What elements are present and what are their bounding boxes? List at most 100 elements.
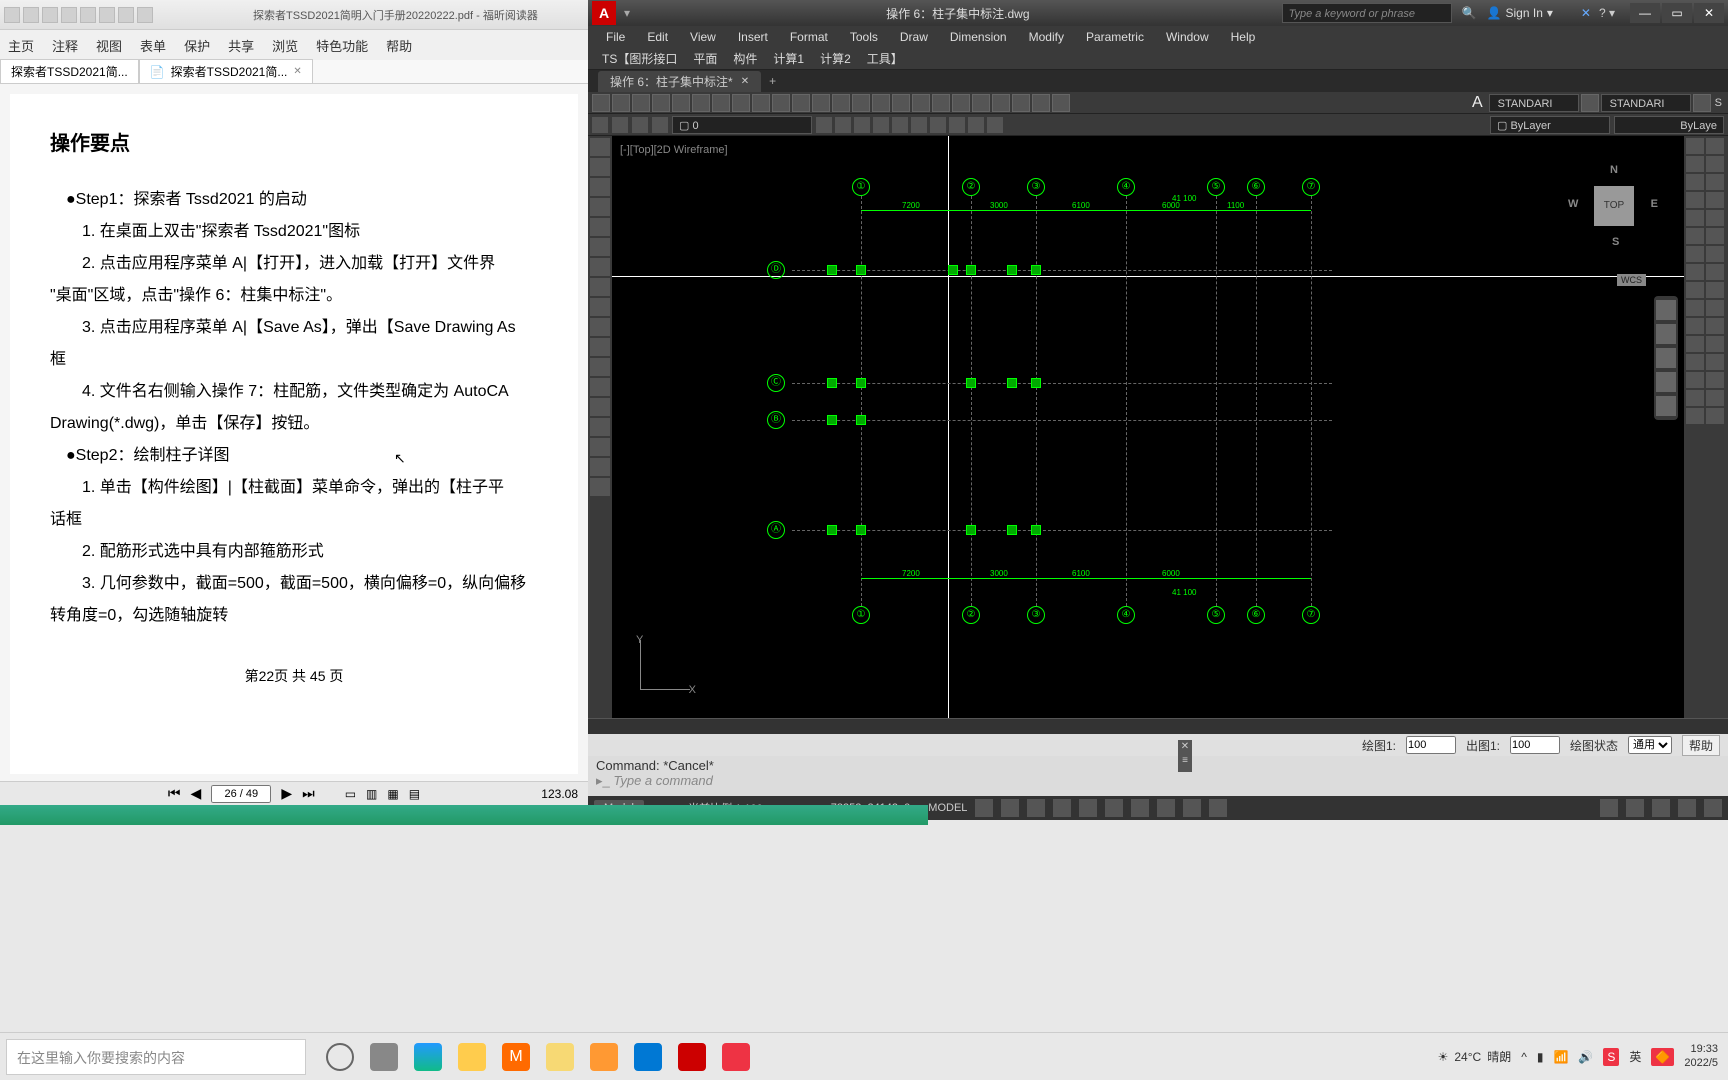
- modify-icon[interactable]: [1706, 138, 1724, 154]
- drawing-canvas[interactable]: [-][Top][2D Wireframe] ① ② ③ ④ ⑤ ⑥ ⑦ ① ②…: [612, 136, 1684, 718]
- clock[interactable]: 19:33 2022/5: [1684, 1043, 1718, 1069]
- toolbar-icon[interactable]: [816, 117, 832, 133]
- text-style-icon[interactable]: A: [1468, 94, 1487, 112]
- qat-icon[interactable]: [137, 7, 153, 23]
- command-line[interactable]: ✕≡ Command: *Cancel* ▸_ Type a command: [588, 756, 1728, 796]
- toolbar-icon[interactable]: [772, 94, 790, 112]
- qat-icon[interactable]: [4, 7, 20, 23]
- ortho-icon[interactable]: [1027, 799, 1045, 817]
- viewport-label[interactable]: [-][Top][2D Wireframe]: [620, 144, 728, 156]
- sign-in-button[interactable]: 👤 Sign In ▾: [1487, 6, 1553, 20]
- close-tab-icon[interactable]: ✕: [741, 76, 749, 87]
- qat-icon[interactable]: [80, 7, 96, 23]
- menu-format[interactable]: Format: [780, 30, 838, 44]
- toolbar-icon[interactable]: [872, 94, 890, 112]
- pdf-page-content[interactable]: 操作要点 ●Step1：探索者 Tssd2021 的启动 1. 在桌面上双击"探…: [10, 94, 578, 774]
- menu-help[interactable]: Help: [1221, 30, 1266, 44]
- toolbar-icon[interactable]: [672, 94, 690, 112]
- modify-icon[interactable]: [1686, 318, 1704, 334]
- file-explorer-icon[interactable]: [458, 1043, 486, 1071]
- qat-icon[interactable]: [99, 7, 115, 23]
- menu-parametric[interactable]: Parametric: [1076, 30, 1154, 44]
- ribbon-tab-browse[interactable]: 浏览: [272, 36, 298, 55]
- dyn-icon[interactable]: [1131, 799, 1149, 817]
- toolbar-icon[interactable]: [812, 94, 830, 112]
- recorder-icon[interactable]: [722, 1043, 750, 1071]
- menu-file[interactable]: File: [596, 30, 635, 44]
- modify-icon[interactable]: [1706, 408, 1724, 424]
- last-page-icon[interactable]: ⏭: [302, 785, 315, 802]
- toolbar-icon[interactable]: [892, 117, 908, 133]
- autocad-logo-icon[interactable]: A: [592, 1, 616, 25]
- taskbar-search-input[interactable]: 在这里输入你要搜索的内容: [6, 1039, 306, 1075]
- qat-icon[interactable]: [42, 7, 58, 23]
- tool-icon[interactable]: [590, 458, 610, 476]
- prev-page-icon[interactable]: ◀: [191, 785, 202, 802]
- toolbar-icon[interactable]: [852, 94, 870, 112]
- tool-icon[interactable]: [590, 378, 610, 396]
- maximize-button[interactable]: ▭: [1662, 3, 1692, 23]
- toolbar-icon[interactable]: [692, 94, 710, 112]
- wifi-icon[interactable]: 📶: [1553, 1050, 1568, 1064]
- modify-icon[interactable]: [1706, 192, 1724, 208]
- cortana-icon[interactable]: [326, 1043, 354, 1071]
- toolbar-icon[interactable]: [992, 94, 1010, 112]
- foxit-reader-icon[interactable]: [590, 1043, 618, 1071]
- menu-tools[interactable]: Tools: [840, 30, 888, 44]
- ime-lang[interactable]: 英: [1629, 1048, 1641, 1065]
- status-icon[interactable]: [1652, 799, 1670, 817]
- tray-chevron-icon[interactable]: ^: [1521, 1050, 1527, 1064]
- ribbon-tab-help[interactable]: 帮助: [386, 36, 412, 55]
- modify-icon[interactable]: [1686, 138, 1704, 154]
- plugin-menu-item[interactable]: 计算2: [814, 50, 857, 67]
- toolbar-icon[interactable]: [912, 94, 930, 112]
- tool-icon[interactable]: [590, 398, 610, 416]
- modify-icon[interactable]: [1706, 210, 1724, 226]
- viewcube-n[interactable]: N: [1610, 164, 1618, 176]
- modify-icon[interactable]: [1706, 336, 1724, 352]
- drawing-tab-active[interactable]: 操作 6：柱子集中标注* ✕: [598, 71, 761, 92]
- modify-icon[interactable]: [1686, 156, 1704, 172]
- modify-icon[interactable]: [1706, 318, 1724, 334]
- polar-icon[interactable]: [1053, 799, 1071, 817]
- toolbar-icon[interactable]: [632, 117, 648, 133]
- steering-wheel-icon[interactable]: [1656, 300, 1676, 320]
- orbit-icon[interactable]: [1656, 372, 1676, 392]
- toolbar-icon[interactable]: [835, 117, 851, 133]
- menu-window[interactable]: Window: [1156, 30, 1219, 44]
- modify-icon[interactable]: [1686, 336, 1704, 352]
- status-icon[interactable]: [1678, 799, 1696, 817]
- next-page-icon[interactable]: ▶: [281, 785, 292, 802]
- toolbar-icon[interactable]: [652, 117, 668, 133]
- spline-icon[interactable]: [590, 258, 610, 276]
- cmd-close-icon[interactable]: ✕≡: [1178, 740, 1192, 772]
- modify-icon[interactable]: [1706, 264, 1724, 280]
- modify-icon[interactable]: [1706, 390, 1724, 406]
- ribbon-tab-form[interactable]: 表单: [140, 36, 166, 55]
- scale-input[interactable]: [1406, 736, 1456, 754]
- toolbar-icon[interactable]: [792, 94, 810, 112]
- pan-icon[interactable]: [1656, 324, 1676, 344]
- help-search-input[interactable]: Type a keyword or phrase: [1282, 3, 1452, 23]
- modify-icon[interactable]: [1686, 408, 1704, 424]
- folder-icon[interactable]: [546, 1043, 574, 1071]
- close-button[interactable]: ✕: [1694, 3, 1724, 23]
- view-mode-icon[interactable]: ▥: [366, 787, 377, 801]
- modify-icon[interactable]: [1686, 264, 1704, 280]
- ribbon-tab-home[interactable]: 主页: [8, 36, 34, 55]
- toolbar-icon[interactable]: [592, 117, 608, 133]
- qat-dropdown-icon[interactable]: ▾: [620, 6, 634, 20]
- modify-icon[interactable]: [1686, 354, 1704, 370]
- modify-icon[interactable]: [1706, 228, 1724, 244]
- hatch-icon[interactable]: [590, 278, 610, 296]
- toolbar-icon[interactable]: [712, 94, 730, 112]
- modify-icon[interactable]: [1706, 300, 1724, 316]
- new-tab-button[interactable]: +: [769, 74, 776, 88]
- menu-edit[interactable]: Edit: [637, 30, 678, 44]
- qp-icon[interactable]: [1183, 799, 1201, 817]
- plugin-menu-item[interactable]: 构件: [727, 50, 763, 67]
- help-icon[interactable]: ? ▾: [1599, 6, 1615, 20]
- toolbar-icon[interactable]: [652, 94, 670, 112]
- grid-icon[interactable]: [1001, 799, 1019, 817]
- dim-style-icon[interactable]: [1581, 94, 1599, 112]
